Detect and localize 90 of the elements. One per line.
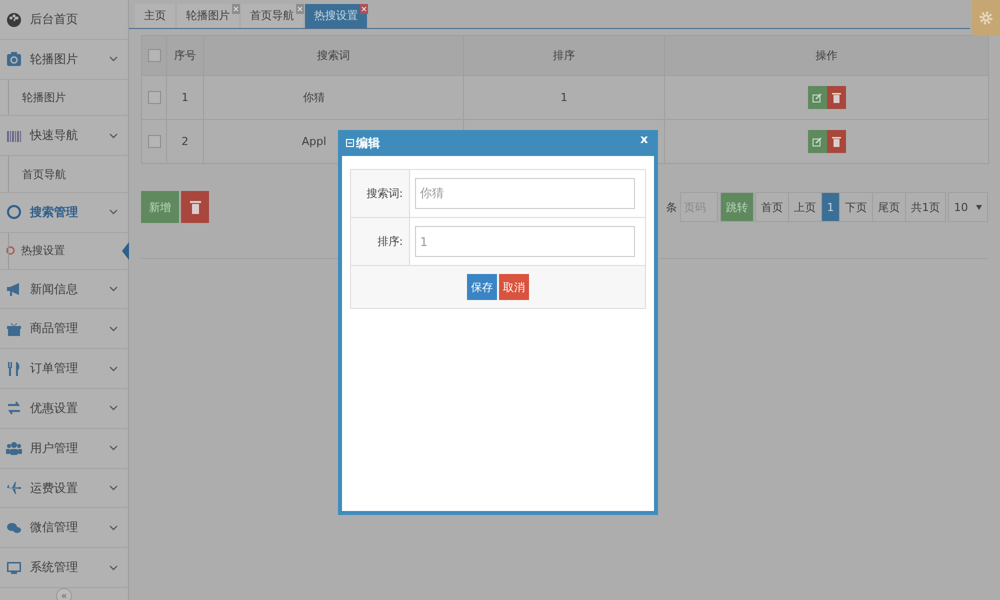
- checkbox[interactable]: [148, 91, 160, 104]
- sidebar-item[interactable]: 快速导航: [0, 116, 128, 156]
- edit-icon: [812, 136, 822, 146]
- sidebar-item[interactable]: 新闻信息: [0, 270, 128, 310]
- page-button[interactable]: 尾页: [872, 192, 906, 222]
- utensils-icon: [6, 360, 22, 377]
- trash-icon: [190, 200, 200, 214]
- close-icon[interactable]: [296, 4, 304, 14]
- save-button[interactable]: 保存: [467, 274, 497, 300]
- close-icon[interactable]: [360, 4, 368, 14]
- trash-icon: [832, 136, 840, 147]
- sidebar-item[interactable]: 轮播图片: [0, 40, 128, 80]
- column-header: 操作: [664, 36, 988, 76]
- cancel-button[interactable]: 取消: [499, 274, 529, 300]
- pointer-icon: [122, 242, 129, 260]
- megaphone-icon: [6, 281, 22, 298]
- sidebar-item[interactable]: 后台首页: [0, 0, 128, 40]
- chevron-down-icon: [109, 209, 118, 216]
- add-button[interactable]: 新增: [141, 191, 179, 223]
- chevron-down-icon: [109, 445, 118, 452]
- table-cell: 2: [182, 135, 188, 148]
- collapse-button[interactable]: «: [56, 588, 72, 600]
- jump-button[interactable]: 跳转: [720, 192, 754, 222]
- checkbox[interactable]: [148, 135, 160, 148]
- sidebar-item[interactable]: 系统管理: [0, 548, 128, 588]
- sidebar-item[interactable]: 搜索管理: [0, 193, 128, 233]
- dialog-title: 编辑: [356, 134, 380, 152]
- page-size-select[interactable]: 10: [948, 192, 988, 222]
- trash-icon: [832, 92, 840, 103]
- tab[interactable]: 首页导航: [241, 4, 303, 28]
- field-label: 搜索词:: [366, 186, 403, 201]
- table-cell: 你猜: [303, 91, 325, 104]
- column-header: 排序: [464, 36, 664, 76]
- sidebar-item[interactable]: 运费设置: [0, 468, 128, 508]
- sidebar-item[interactable]: 微信管理: [0, 508, 128, 548]
- page-button[interactable]: 首页: [755, 192, 789, 222]
- sidebar-item[interactable]: 优惠设置: [0, 389, 128, 429]
- sidebar-subitem[interactable]: 首页导航: [0, 156, 128, 194]
- table-cell: 1: [560, 91, 568, 104]
- users-icon: [6, 440, 22, 456]
- page-total: 共1页: [905, 192, 946, 222]
- table-cell: Appl: [302, 135, 326, 148]
- sidebar-subitem[interactable]: 轮播图片: [0, 80, 128, 116]
- settings-button[interactable]: [972, 0, 1000, 36]
- page-button[interactable]: 1: [821, 192, 840, 222]
- column-header: 搜索词: [204, 36, 464, 76]
- tab[interactable]: 热搜设置: [305, 4, 367, 28]
- edit-icon: [812, 92, 822, 102]
- tab[interactable]: 主页: [135, 4, 175, 28]
- input-field[interactable]: 你猜: [415, 178, 635, 209]
- chevron-down-icon: [109, 132, 118, 139]
- checkbox[interactable]: [148, 49, 160, 62]
- table-cell: 1: [182, 91, 188, 104]
- column-header: 序号: [166, 36, 204, 76]
- chevron-down-icon: [109, 286, 118, 292]
- circle-icon: [6, 204, 22, 220]
- window-icon: [346, 139, 354, 147]
- sidebar-subitem[interactable]: 热搜设置: [0, 232, 128, 270]
- page-button[interactable]: 下页: [839, 192, 873, 222]
- delete-button[interactable]: [826, 130, 846, 153]
- page-button[interactable]: 上页: [788, 192, 822, 222]
- close-icon[interactable]: [232, 4, 240, 14]
- sidebar-item[interactable]: 订单管理: [0, 349, 128, 390]
- chevron-down-icon: [109, 485, 118, 491]
- exchange-icon: [6, 400, 22, 416]
- sidebar-item[interactable]: 用户管理: [0, 428, 128, 469]
- tab[interactable]: 轮播图片: [177, 4, 239, 28]
- settings-icon: [978, 10, 994, 26]
- sidebar-item[interactable]: 商品管理: [0, 309, 128, 350]
- circle-icon: [6, 246, 15, 256]
- chevron-down-icon: [109, 405, 118, 412]
- count-label: 条: [665, 200, 678, 216]
- chevron-down-icon: [109, 524, 118, 531]
- dropdown-icon: [976, 204, 982, 210]
- delete-button[interactable]: [181, 191, 209, 223]
- edit-button[interactable]: [808, 86, 826, 109]
- close-button[interactable]: x: [640, 132, 648, 146]
- chevron-down-icon: [109, 366, 118, 372]
- delete-button[interactable]: [826, 86, 846, 109]
- edit-button[interactable]: [808, 130, 826, 153]
- field-label: 排序:: [377, 234, 403, 249]
- chevron-down-icon: [109, 564, 118, 571]
- input-field[interactable]: 1: [415, 226, 635, 257]
- dashboard-icon: [6, 11, 22, 28]
- camera-icon: [6, 51, 22, 68]
- monitor-icon: [6, 560, 22, 576]
- chevron-down-icon: [109, 326, 118, 332]
- gift-icon: [6, 320, 22, 337]
- chevron-down-icon: [109, 56, 118, 62]
- plane-icon: [6, 480, 22, 496]
